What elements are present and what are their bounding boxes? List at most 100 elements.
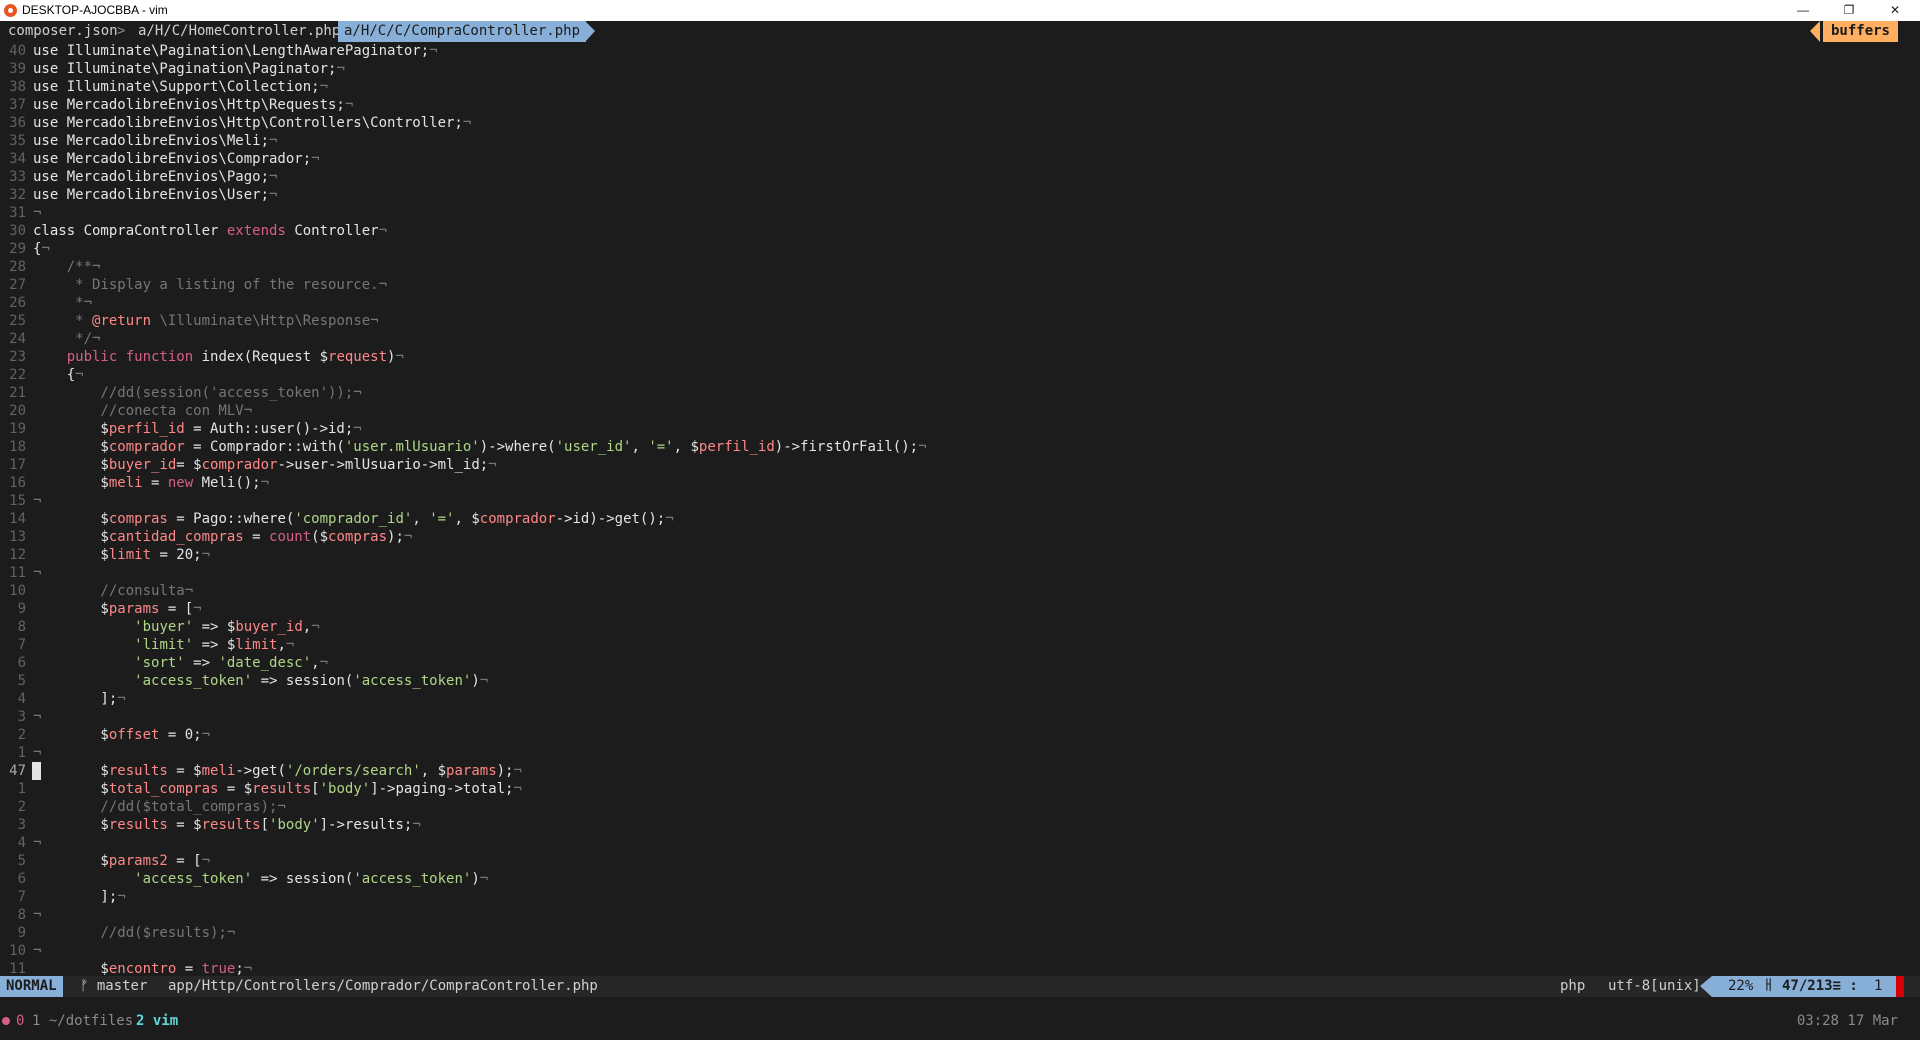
code-token: ): [471, 673, 480, 689]
code-token: ¬: [201, 727, 211, 743]
line-number: 3: [17, 709, 26, 725]
code-token: limit: [235, 637, 278, 653]
code-token: 'date_desc': [218, 655, 312, 671]
code-token: ¬: [75, 367, 84, 383]
code-token: => session(: [252, 871, 354, 887]
code-text: use MercadolibreEnvios\Http\Requests;¬: [33, 96, 353, 114]
line-number: 23: [9, 349, 26, 365]
line-number-icon: ㅐ: [1762, 978, 1775, 994]
code-token: );: [496, 763, 514, 779]
code-token: ¬: [33, 493, 42, 509]
code-text: ¬: [33, 834, 41, 852]
code-token: ¬: [193, 601, 202, 617]
code-token: ¬: [201, 853, 211, 869]
line-number: 37: [9, 97, 26, 113]
line-number: 10: [9, 583, 26, 599]
code-token: );: [387, 529, 404, 545]
code-text: ¬: [33, 564, 41, 582]
code-token: class CompraController: [33, 223, 227, 239]
code-text: {¬: [33, 366, 84, 384]
tab-compra-controller[interactable]: a/H/C/C/CompraController.php: [338, 21, 587, 42]
code-token: $: [33, 853, 109, 869]
code-token: perfil_id: [108, 421, 185, 437]
code-token: ¬: [429, 43, 438, 59]
code-token: results: [108, 817, 168, 833]
line-number: 13: [9, 529, 26, 545]
code-text: use Illuminate\Pagination\LengthAwarePag…: [33, 42, 438, 60]
line-number: 21: [9, 385, 26, 401]
line-number: 28: [9, 259, 26, 275]
code-token: ¬: [336, 61, 345, 77]
code-text: ¬: [33, 744, 41, 762]
code-text: //consulta¬: [33, 582, 193, 600]
tmux-window-dotfiles[interactable]: 1 ~/dotfiles: [32, 1010, 133, 1032]
minimize-button[interactable]: —: [1780, 0, 1826, 21]
code-text: class CompraController extends Controlle…: [33, 222, 387, 240]
code-token: ¬: [488, 457, 497, 473]
code-text: $cantidad_compras = count($compras);¬: [33, 528, 412, 546]
code-token: =: [142, 475, 168, 491]
line-number: 36: [9, 115, 26, 131]
code-text: //conecta con MLV¬: [33, 402, 252, 420]
code-token: //conecta con MLV¬: [33, 403, 253, 419]
line-number: 35: [9, 133, 26, 149]
code-token: 'user_id': [555, 439, 632, 455]
ubuntu-icon: [4, 4, 17, 17]
close-button[interactable]: ✕: [1872, 0, 1918, 21]
session-dot-icon: [2, 1017, 10, 1025]
line-number: 4: [17, 691, 26, 707]
code-token: encontro: [108, 961, 177, 977]
code-token: ¬: [243, 961, 253, 977]
code-token: = [: [167, 853, 202, 869]
restore-button[interactable]: ❐: [1826, 0, 1872, 21]
code-token: params: [108, 601, 160, 617]
code-token: $: [33, 763, 109, 779]
tab-home-controller[interactable]: a/H/C/HomeController.php: [138, 21, 340, 42]
code-token: ¬: [353, 421, 362, 437]
code-text: *¬: [33, 294, 92, 312]
tmux-window-vim[interactable]: 2 vim: [136, 1010, 178, 1032]
code-token: Meli();: [193, 475, 261, 491]
code-text: $offset = 0;¬: [33, 726, 210, 744]
code-token: ¬: [260, 475, 270, 491]
line-number: 1: [17, 781, 26, 797]
code-token: ¬: [33, 943, 42, 959]
tab-composer-json[interactable]: composer.json: [8, 21, 118, 42]
file-type: php: [1560, 978, 1586, 994]
code-token: @return: [92, 313, 152, 329]
code-token: ¬: [285, 637, 295, 653]
code-editor[interactable]: 40 use Illuminate\Pagination\LengthAwareP…: [0, 42, 1890, 977]
code-token: ¬: [319, 655, 329, 671]
line-number: 9: [17, 925, 26, 941]
percent-through-file: 22%: [1728, 978, 1754, 994]
code-token: $: [33, 781, 109, 797]
scrollbar[interactable]: [1890, 42, 1920, 976]
code-token: ¬: [33, 205, 42, 221]
code-token: results: [201, 817, 261, 833]
line-number: 20: [9, 403, 26, 419]
code-token: = 0;: [159, 727, 202, 743]
code-token: ¬: [513, 763, 522, 779]
buffers-label[interactable]: buffers: [1822, 21, 1898, 42]
code-token: ];: [33, 691, 118, 707]
line-number: 2: [17, 727, 26, 743]
code-text: use MercadolibreEnvios\Comprador;¬: [33, 150, 320, 168]
mode-indicator: NORMAL: [0, 976, 63, 997]
line-number: 30: [9, 223, 26, 239]
code-token: $: [33, 529, 109, 545]
line-number: 32: [9, 187, 26, 203]
code-token: $: [33, 817, 109, 833]
code-token: '=': [429, 511, 455, 527]
code-text: use Illuminate\Pagination\Paginator;¬: [33, 60, 345, 78]
code-token: use Illuminate\Pagination\Paginator;: [33, 61, 337, 77]
code-token: use MercadolibreEnvios\Comprador;: [33, 151, 312, 167]
code-token: = $: [167, 763, 202, 779]
code-token: 'body': [319, 781, 371, 797]
code-token: use MercadolibreEnvios\Http\Requests;: [33, 97, 345, 113]
line-number: 22: [9, 367, 26, 383]
code-text: ];¬: [33, 690, 125, 708]
tmux-clock: 03:28 17 Mar: [1796, 1013, 1898, 1029]
code-token: ,: [631, 439, 649, 455]
